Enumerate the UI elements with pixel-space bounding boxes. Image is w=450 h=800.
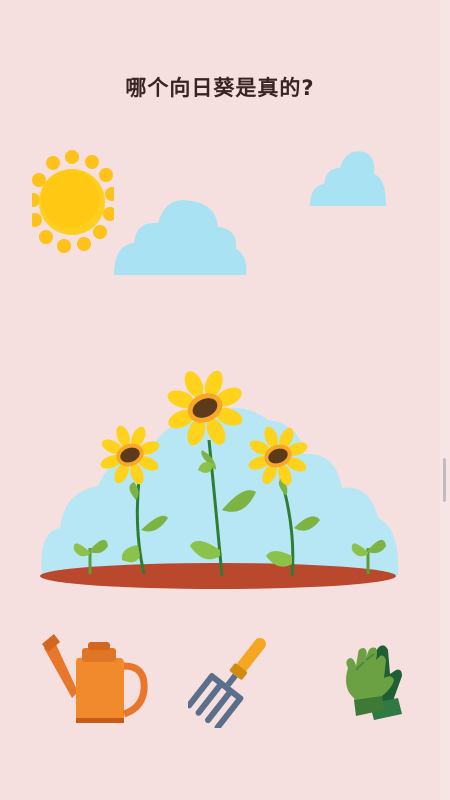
watering-can-icon[interactable] <box>42 634 148 724</box>
soil-patch <box>40 563 396 589</box>
screen-edge <box>440 0 450 800</box>
sun-icon <box>32 150 114 253</box>
scrollbar[interactable] <box>443 458 446 502</box>
cloud-icon <box>114 199 247 275</box>
sunflower-garden <box>40 370 399 589</box>
game-screen: 哪个向日葵是真的? <box>0 0 450 800</box>
gardening-gloves-icon[interactable] <box>336 640 416 724</box>
cloud-icon <box>310 151 386 206</box>
question-title: 哪个向日葵是真的? <box>125 76 315 100</box>
garden-fork-icon[interactable] <box>188 634 274 728</box>
